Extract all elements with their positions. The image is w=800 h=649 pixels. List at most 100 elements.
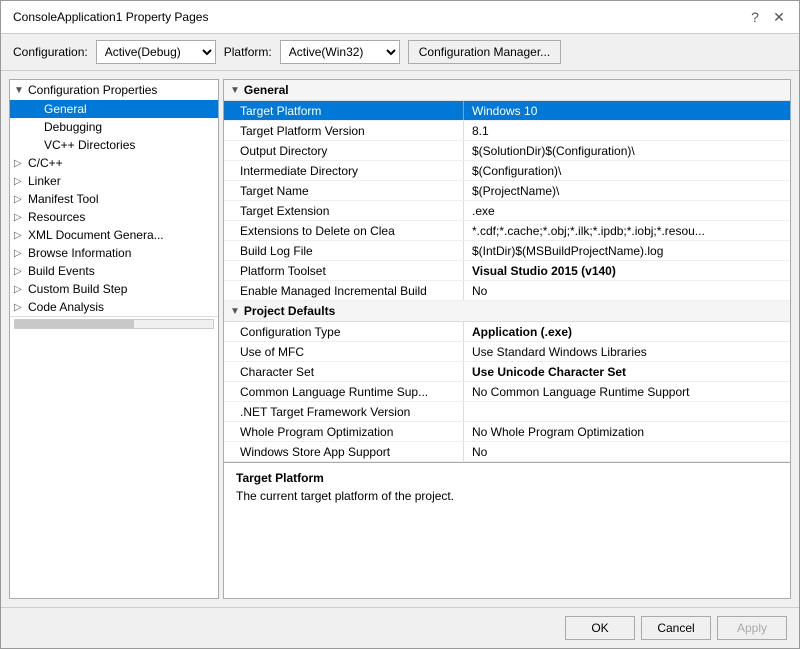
property-row-target-platform-version[interactable]: Target Platform Version8.1 xyxy=(224,121,790,141)
tree-root: ▼ Configuration Properties xyxy=(10,80,218,100)
property-row-windows-store[interactable]: Windows Store App SupportNo xyxy=(224,442,790,462)
prop-name-platform-toolset: Platform Toolset xyxy=(224,261,464,280)
sidebar-item-label-cpp: C/C++ xyxy=(28,156,63,170)
tree-arrow-xml-document: ▷ xyxy=(14,230,28,241)
property-row-whole-program[interactable]: Whole Program OptimizationNo Whole Progr… xyxy=(224,422,790,442)
sidebar-item-label-linker: Linker xyxy=(28,174,61,188)
bottom-bar: OK Cancel Apply xyxy=(1,607,799,648)
prop-value-clr-support: No Common Language Runtime Support xyxy=(464,382,790,401)
prop-name-character-set: Character Set xyxy=(224,362,464,381)
property-row-enable-managed[interactable]: Enable Managed Incremental BuildNo xyxy=(224,281,790,301)
property-row-character-set[interactable]: Character SetUse Unicode Character Set xyxy=(224,362,790,382)
prop-value-net-target xyxy=(464,402,790,421)
property-row-net-target[interactable]: .NET Target Framework Version xyxy=(224,402,790,422)
prop-name-windows-store: Windows Store App Support xyxy=(224,442,464,461)
title-bar-controls: ? ✕ xyxy=(747,9,787,25)
sidebar-item-label-custom-build: Custom Build Step xyxy=(28,282,127,296)
property-row-target-name[interactable]: Target Name$(ProjectName)\ xyxy=(224,181,790,201)
prop-value-target-platform-version: 8.1 xyxy=(464,121,790,140)
apply-button[interactable]: Apply xyxy=(717,616,787,640)
prop-value-use-mfc: Use Standard Windows Libraries xyxy=(464,342,790,361)
prop-name-whole-program: Whole Program Optimization xyxy=(224,422,464,441)
property-row-use-mfc[interactable]: Use of MFCUse Standard Windows Libraries xyxy=(224,342,790,362)
prop-value-windows-store: No xyxy=(464,442,790,461)
sections-container: ▼GeneralTarget PlatformWindows 10Target … xyxy=(224,80,790,462)
sidebar-item-linker[interactable]: ▷Linker xyxy=(10,172,218,190)
sidebar-item-label-vc-directories: VC++ Directories xyxy=(44,138,135,152)
prop-value-platform-toolset: Visual Studio 2015 (v140) xyxy=(464,261,790,280)
platform-select[interactable]: Active(Win32) xyxy=(280,40,400,64)
sidebar-item-resources[interactable]: ▷Resources xyxy=(10,208,218,226)
configuration-select[interactable]: Active(Debug) xyxy=(96,40,216,64)
section-header-general[interactable]: ▼General xyxy=(224,80,790,101)
tree-arrow-cpp: ▷ xyxy=(14,158,28,169)
ok-button[interactable]: OK xyxy=(565,616,635,640)
sidebar-item-build-events[interactable]: ▷Build Events xyxy=(10,262,218,280)
prop-name-use-mfc: Use of MFC xyxy=(224,342,464,361)
prop-name-target-name: Target Name xyxy=(224,181,464,200)
tree-arrow-custom-build: ▷ xyxy=(14,284,28,295)
property-row-intermediate-directory[interactable]: Intermediate Directory$(Configuration)\ xyxy=(224,161,790,181)
sidebar-item-code-analysis[interactable]: ▷Code Analysis xyxy=(10,298,218,316)
tree-arrow-build-events: ▷ xyxy=(14,266,28,277)
sidebar-item-label-browse-info: Browse Information xyxy=(28,246,131,260)
left-panel: ▼ Configuration Properties GeneralDebugg… xyxy=(9,79,219,599)
configuration-label: Configuration: xyxy=(13,45,88,59)
sidebar-item-browse-info[interactable]: ▷Browse Information xyxy=(10,244,218,262)
prop-name-enable-managed: Enable Managed Incremental Build xyxy=(224,281,464,300)
sidebar-item-xml-document[interactable]: ▷XML Document Genera... xyxy=(10,226,218,244)
main-content: ▼ Configuration Properties GeneralDebugg… xyxy=(1,71,799,607)
property-row-clr-support[interactable]: Common Language Runtime Sup...No Common … xyxy=(224,382,790,402)
tree-items-container: GeneralDebuggingVC++ Directories▷C/C++▷L… xyxy=(10,100,218,316)
property-row-target-platform[interactable]: Target PlatformWindows 10 xyxy=(224,101,790,121)
property-row-build-log-file[interactable]: Build Log File$(IntDir)$(MSBuildProjectN… xyxy=(224,241,790,261)
sidebar-item-label-xml-document: XML Document Genera... xyxy=(28,228,164,242)
cancel-button[interactable]: Cancel xyxy=(641,616,711,640)
tree-arrow-linker: ▷ xyxy=(14,176,28,187)
prop-value-target-extension: .exe xyxy=(464,201,790,220)
sidebar-item-label-build-events: Build Events xyxy=(28,264,95,278)
property-row-target-extension[interactable]: Target Extension.exe xyxy=(224,201,790,221)
sidebar-item-manifest-tool[interactable]: ▷Manifest Tool xyxy=(10,190,218,208)
property-row-output-directory[interactable]: Output Directory$(SolutionDir)$(Configur… xyxy=(224,141,790,161)
sidebar-item-label-manifest-tool: Manifest Tool xyxy=(28,192,98,206)
section-header-project-defaults[interactable]: ▼ Project Defaults xyxy=(224,301,790,322)
prop-name-build-log-file: Build Log File xyxy=(224,241,464,260)
sidebar-item-debugging[interactable]: Debugging xyxy=(10,118,218,136)
prop-name-output-directory: Output Directory xyxy=(224,141,464,160)
help-button[interactable]: ? xyxy=(747,9,763,25)
sidebar-item-label-code-analysis: Code Analysis xyxy=(28,300,104,314)
prop-value-output-directory: $(SolutionDir)$(Configuration)\ xyxy=(464,141,790,160)
prop-value-character-set: Use Unicode Character Set xyxy=(464,362,790,381)
prop-name-net-target: .NET Target Framework Version xyxy=(224,402,464,421)
property-row-config-type[interactable]: Configuration TypeApplication (.exe) xyxy=(224,322,790,342)
section-label-project-defaults: Project Defaults xyxy=(244,304,335,318)
sidebar-item-vc-directories[interactable]: VC++ Directories xyxy=(10,136,218,154)
description-text: The current target platform of the proje… xyxy=(236,489,778,503)
sidebar-item-general[interactable]: General xyxy=(10,100,218,118)
prop-value-enable-managed: No xyxy=(464,281,790,300)
config-manager-button[interactable]: Configuration Manager... xyxy=(408,40,561,64)
close-button[interactable]: ✕ xyxy=(771,9,787,25)
config-properties-label: Configuration Properties xyxy=(28,83,157,97)
prop-value-config-type: Application (.exe) xyxy=(464,322,790,341)
property-row-platform-toolset[interactable]: Platform ToolsetVisual Studio 2015 (v140… xyxy=(224,261,790,281)
prop-value-intermediate-directory: $(Configuration)\ xyxy=(464,161,790,180)
prop-value-extensions-delete: *.cdf;*.cache;*.obj;*.ilk;*.ipdb;*.iobj;… xyxy=(464,221,790,240)
property-row-extensions-delete[interactable]: Extensions to Delete on Clea*.cdf;*.cach… xyxy=(224,221,790,241)
prop-value-target-platform: Windows 10 xyxy=(464,101,790,120)
prop-name-config-type: Configuration Type xyxy=(224,322,464,341)
sidebar-item-custom-build[interactable]: ▷Custom Build Step xyxy=(10,280,218,298)
prop-name-clr-support: Common Language Runtime Sup... xyxy=(224,382,464,401)
sidebar-item-cpp[interactable]: ▷C/C++ xyxy=(10,154,218,172)
prop-value-build-log-file: $(IntDir)$(MSBuildProjectName).log xyxy=(464,241,790,260)
section-label-general: General xyxy=(244,83,289,97)
right-panel: ▼GeneralTarget PlatformWindows 10Target … xyxy=(223,79,791,599)
prop-value-target-name: $(ProjectName)\ xyxy=(464,181,790,200)
tree-arrow-manifest-tool: ▷ xyxy=(14,194,28,205)
tree-arrow-resources: ▷ xyxy=(14,212,28,223)
section-arrow-project-defaults: ▼ xyxy=(230,306,240,317)
prop-name-target-platform-version: Target Platform Version xyxy=(224,121,464,140)
title-bar: ConsoleApplication1 Property Pages ? ✕ xyxy=(1,1,799,34)
prop-name-intermediate-directory: Intermediate Directory xyxy=(224,161,464,180)
